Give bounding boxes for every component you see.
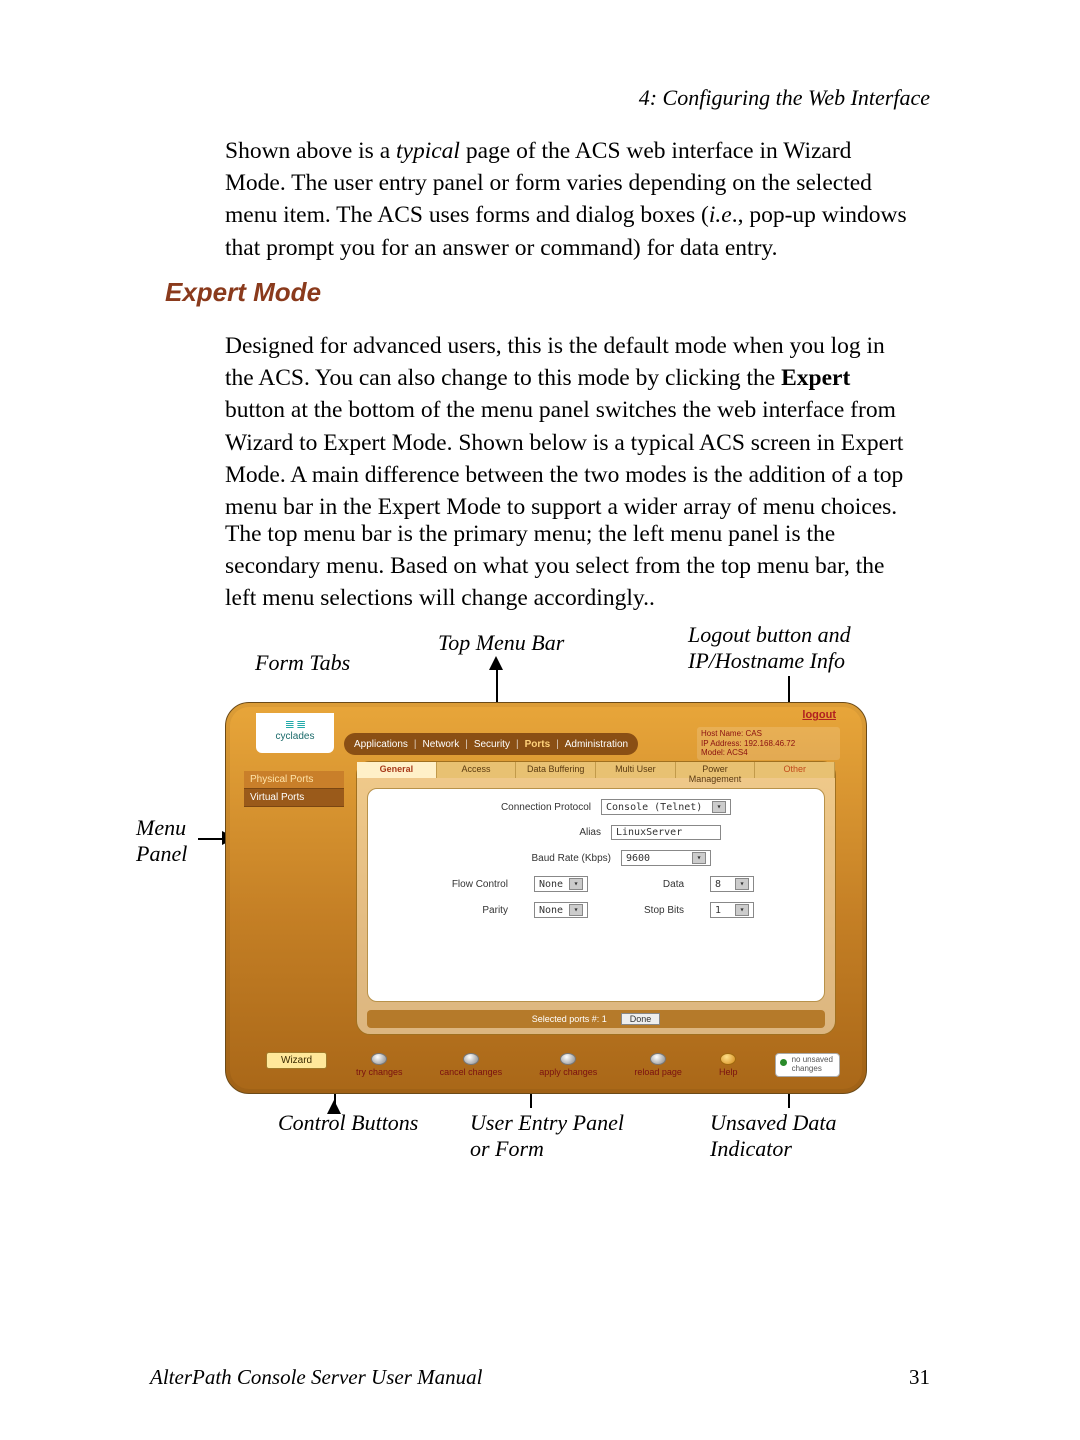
topmenu-network[interactable]: Network <box>423 739 460 750</box>
status-selected-ports: Selected ports #: 1 <box>532 1014 607 1024</box>
p2c: button at the bottom of the menu panel s… <box>225 397 903 520</box>
sidebar-item-physical-ports[interactable]: Physical Ports <box>244 771 344 789</box>
host-info-box: Host Name: CAS IP Address: 192.168.46.72… <box>697 727 840 760</box>
status-bar: Selected ports #: 1 Done <box>367 1010 825 1028</box>
value-alias: LinuxServer <box>616 827 682 838</box>
paragraph-1: Shown above is a typical page of the ACS… <box>225 135 915 264</box>
p1d: i.e <box>709 202 732 228</box>
select-connection-protocol[interactable]: Console (Telnet) ▾ <box>601 799 731 815</box>
select-parity[interactable]: None ▾ <box>534 902 588 918</box>
logo-icon: ≣ ≣ <box>256 717 334 731</box>
try-changes-label: try changes <box>356 1067 403 1077</box>
callout-logout-l1: Logout button and <box>688 622 851 647</box>
label-flow-control: Flow Control <box>438 879 508 890</box>
tab-other[interactable]: Other <box>755 762 835 778</box>
label-parity: Parity <box>438 905 508 916</box>
logout-link[interactable]: logout <box>802 709 836 721</box>
done-button[interactable]: Done <box>621 1013 661 1025</box>
footer-page-number: 31 <box>909 1365 930 1390</box>
chevron-down-icon: ▾ <box>735 878 749 890</box>
value-connection-protocol: Console (Telnet) <box>606 802 702 813</box>
value-data: 8 <box>715 879 721 890</box>
brand-logo: ≣ ≣ cyclades <box>256 713 334 753</box>
select-stop-bits[interactable]: 1▾ <box>710 902 754 918</box>
tab-power-management[interactable]: Power Management <box>676 762 756 778</box>
p2b-expert: Expert <box>781 365 850 391</box>
callout-unsaved-l1: Unsaved Data <box>710 1110 836 1135</box>
topmenu-ports[interactable]: Ports <box>525 739 551 750</box>
sidebar-item-virtual-ports[interactable]: Virtual Ports <box>244 789 344 807</box>
input-alias[interactable]: LinuxServer <box>611 825 721 840</box>
value-stop-bits: 1 <box>715 905 721 916</box>
callout-userentry-l1: User Entry Panel <box>470 1110 624 1135</box>
label-baud-rate: Baud Rate (Kbps) <box>481 853 611 864</box>
paragraph-3: The top menu bar is the primary menu; th… <box>225 518 915 615</box>
topmenu-security[interactable]: Security <box>474 739 510 750</box>
unsaved-l2: changes <box>792 1065 833 1074</box>
chapter-running-head: 4: Configuring the Web Interface <box>639 85 930 111</box>
callout-logout-hostinfo: Logout button and IP/Hostname Info <box>688 622 851 675</box>
callout-control-buttons: Control Buttons <box>278 1110 418 1136</box>
p1b: typical <box>396 138 460 164</box>
value-parity: None <box>539 905 563 916</box>
chevron-down-icon: ▾ <box>569 878 583 890</box>
value-baud-rate: 9600 <box>626 853 650 864</box>
callout-menu-l2: Panel <box>136 841 187 866</box>
label-connection-protocol: Connection Protocol <box>461 802 591 813</box>
host-line-1: Host Name: CAS <box>701 729 836 739</box>
value-flow-control: None <box>539 879 563 890</box>
select-data[interactable]: 8▾ <box>710 876 754 892</box>
page-footer: AlterPath Console Server User Manual 31 <box>150 1365 930 1390</box>
label-alias: Alias <box>471 827 601 838</box>
callout-unsaved-l2: Indicator <box>710 1136 792 1161</box>
callout-userentry-l2: or Form <box>470 1136 544 1161</box>
tab-general[interactable]: General <box>357 762 437 778</box>
form-area: General Access Data Buffering Multi User… <box>356 761 836 1035</box>
callout-unsaved-indicator: Unsaved Data Indicator <box>710 1110 836 1163</box>
chevron-down-icon: ▾ <box>712 801 726 813</box>
cancel-changes-button[interactable]: cancel changes <box>440 1053 503 1077</box>
topmenu-administration[interactable]: Administration <box>565 739 628 750</box>
select-baud-rate[interactable]: 9600 ▾ <box>621 850 711 866</box>
chevron-down-icon: ▾ <box>735 904 749 916</box>
left-menu-panel: Physical Ports Virtual Ports <box>244 771 344 807</box>
apply-changes-label: apply changes <box>539 1067 597 1077</box>
paragraph-2: Designed for advanced users, this is the… <box>225 330 915 523</box>
label-data: Data <box>614 879 684 890</box>
chevron-down-icon: ▾ <box>569 904 583 916</box>
control-buttons-row: try changes cancel changes apply changes… <box>356 1053 840 1077</box>
heading-expert-mode: Expert Mode <box>165 277 321 308</box>
cancel-changes-label: cancel changes <box>440 1067 503 1077</box>
unsaved-data-indicator: no unsaved changes <box>775 1053 840 1077</box>
tab-data-buffering[interactable]: Data Buffering <box>516 762 596 778</box>
label-stop-bits: Stop Bits <box>614 905 684 916</box>
brand-text: cyclades <box>256 731 334 742</box>
footer-manual-title: AlterPath Console Server User Manual <box>150 1365 482 1390</box>
user-entry-panel: Connection Protocol Console (Telnet) ▾ Al… <box>367 788 825 1002</box>
select-flow-control[interactable]: None ▾ <box>534 876 588 892</box>
host-line-3: Model: ACS4 <box>701 748 836 758</box>
wizard-button[interactable]: Wizard <box>266 1052 327 1069</box>
help-button[interactable]: Help <box>719 1053 738 1077</box>
tab-multi-user[interactable]: Multi User <box>596 762 676 778</box>
topmenu-applications[interactable]: Applications <box>354 739 408 750</box>
callout-top-menu-bar: Top Menu Bar <box>438 630 564 656</box>
top-menu-bar: Applications| Network| Security| Ports| … <box>344 733 638 755</box>
tab-access[interactable]: Access <box>437 762 517 778</box>
p1a: Shown above is a <box>225 138 396 164</box>
reload-page-label: reload page <box>634 1067 682 1077</box>
apply-changes-button[interactable]: apply changes <box>539 1053 597 1077</box>
callout-logout-l2: IP/Hostname Info <box>688 648 845 673</box>
callout-form-tabs: Form Tabs <box>255 650 350 676</box>
form-tabs: General Access Data Buffering Multi User… <box>357 762 835 778</box>
help-label: Help <box>719 1067 738 1077</box>
try-changes-button[interactable]: try changes <box>356 1053 403 1077</box>
reload-page-button[interactable]: reload page <box>634 1053 682 1077</box>
callout-menu-panel: Menu Panel <box>136 815 187 868</box>
chevron-down-icon: ▾ <box>692 852 706 864</box>
expert-mode-screenshot: ≣ ≣ cyclades logout Host Name: CAS IP Ad… <box>225 702 867 1094</box>
host-line-2: IP Address: 192.168.46.72 <box>701 739 836 749</box>
callout-menu-l1: Menu <box>136 815 186 840</box>
callout-user-entry: User Entry Panel or Form <box>470 1110 624 1163</box>
